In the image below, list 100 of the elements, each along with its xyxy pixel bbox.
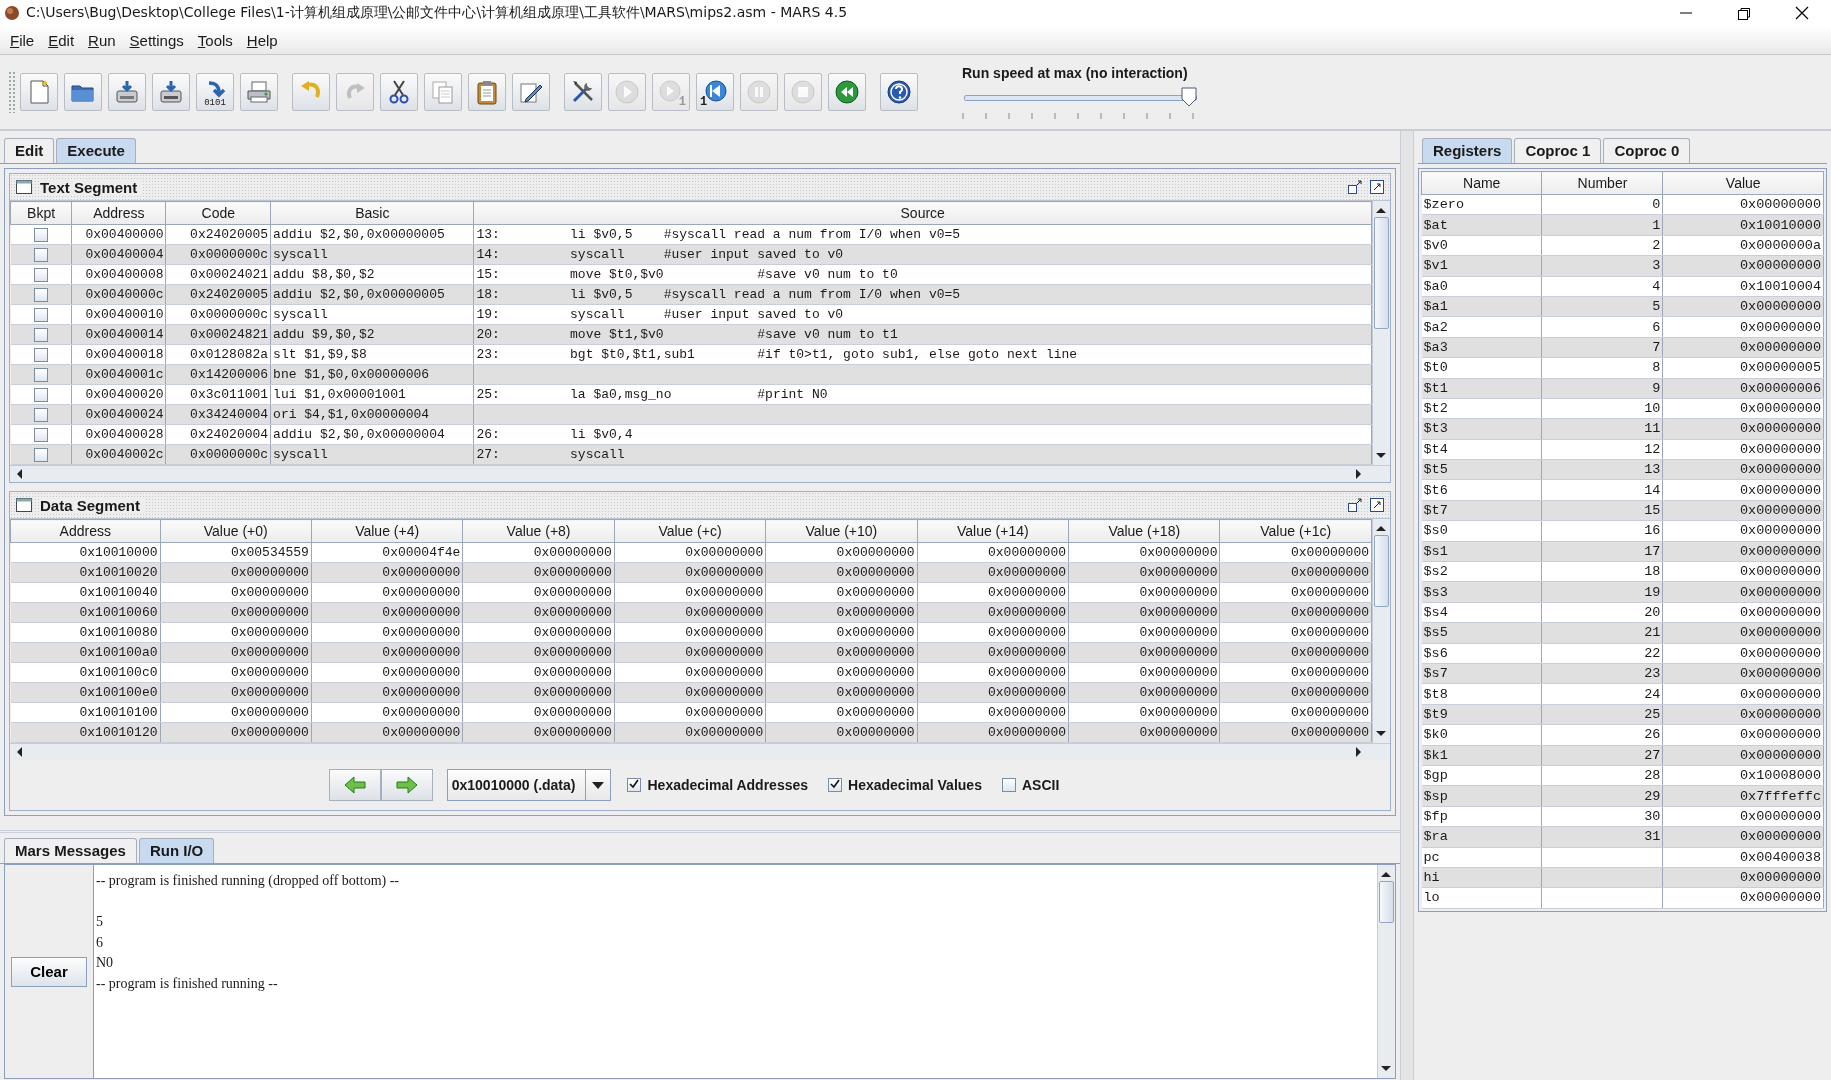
tab[interactable]: Edit: [4, 138, 55, 163]
horizontal-scrollbar[interactable]: [10, 465, 1390, 482]
checkbox[interactable]: [33, 307, 48, 322]
menu-item[interactable]: Run: [82, 29, 122, 51]
menu-item[interactable]: Settings: [123, 29, 190, 51]
slider-thumb[interactable]: [1181, 87, 1197, 107]
checkbox[interactable]: [627, 778, 642, 792]
table-cell: pc: [1421, 847, 1542, 868]
help-button[interactable]: [880, 73, 918, 111]
column-header[interactable]: Address: [71, 201, 166, 225]
vertical-scrollbar[interactable]: [1377, 865, 1395, 1078]
table-cell: $t0: [1421, 357, 1542, 378]
checkbox[interactable]: [33, 227, 48, 242]
reset-button[interactable]: [828, 73, 866, 111]
paste-button[interactable]: [468, 73, 506, 111]
app-icon: [4, 5, 20, 21]
table-cell: $ra: [1421, 826, 1542, 847]
checkbox[interactable]: [828, 778, 843, 792]
menu-item[interactable]: File: [4, 29, 41, 51]
backstep-button[interactable]: 1: [696, 73, 734, 111]
menu-item[interactable]: Tools: [191, 29, 239, 51]
open-button[interactable]: [64, 73, 102, 111]
table-cell: $a3: [1421, 337, 1542, 358]
save-as-button[interactable]: [152, 73, 190, 111]
tab[interactable]: Execute: [56, 138, 136, 163]
column-header[interactable]: Source: [473, 201, 1372, 225]
table-cell: $a1: [1421, 296, 1542, 317]
print-button[interactable]: [240, 73, 278, 111]
vertical-scrollbar[interactable]: [1372, 519, 1390, 743]
maximize-icon[interactable]: [1370, 498, 1384, 512]
column-header[interactable]: Address: [10, 519, 160, 543]
new-file-icon[interactable]: [20, 73, 58, 111]
menu-item[interactable]: Edit: [42, 29, 81, 51]
column-header[interactable]: Value (+0): [160, 519, 312, 543]
column-header[interactable]: Value (+18): [1068, 519, 1220, 543]
checkbox[interactable]: [33, 367, 48, 382]
column-header[interactable]: Value (+10): [765, 519, 918, 543]
table-cell: 27: syscall: [473, 444, 1372, 465]
checkbox[interactable]: [33, 387, 48, 402]
address-dropdown[interactable]: 0x10010000 (.data): [446, 769, 612, 801]
table-cell: $s1: [1421, 541, 1542, 562]
column-header[interactable]: Bkpt: [10, 201, 72, 225]
table-cell: $t3: [1421, 418, 1542, 440]
column-header[interactable]: Value (+4): [311, 519, 463, 543]
restore-icon[interactable]: [1348, 498, 1362, 512]
save-button[interactable]: [108, 73, 146, 111]
table-cell: $s2: [1421, 561, 1542, 582]
assemble-button[interactable]: [564, 73, 602, 111]
checkbox[interactable]: [33, 427, 48, 442]
undo-button[interactable]: [292, 73, 330, 111]
table-cell: 0x10010040: [10, 582, 160, 603]
checkbox[interactable]: [33, 447, 48, 462]
vertical-scrollbar[interactable]: [1372, 201, 1390, 465]
badge-text: 1: [700, 95, 708, 109]
checkbox-label[interactable]: Hexadecimal Values: [848, 777, 982, 793]
next-button[interactable]: [380, 769, 433, 801]
cut-button[interactable]: [380, 73, 418, 111]
checkbox[interactable]: [33, 267, 48, 282]
menu-item[interactable]: Help: [240, 29, 284, 51]
tab[interactable]: Coproc 1: [1514, 138, 1602, 163]
caret-icon: [592, 781, 605, 789]
dump-memory-button[interactable]: 0101: [196, 73, 234, 111]
maximize-icon[interactable]: [1370, 180, 1384, 194]
badge-text: 0101: [203, 98, 227, 108]
checkbox[interactable]: [1001, 778, 1016, 792]
column-header[interactable]: Number: [1541, 171, 1663, 195]
column-header[interactable]: Value (+14): [917, 519, 1069, 543]
checkbox[interactable]: [33, 407, 48, 422]
column-header[interactable]: Value (+8): [462, 519, 615, 543]
slider-label: Run speed at max (no interaction): [962, 65, 1189, 81]
checkbox-label[interactable]: Hexadecimal Addresses: [647, 777, 809, 793]
play-icon: [614, 79, 640, 105]
checkbox-label[interactable]: ASCII: [1021, 777, 1060, 793]
checkbox[interactable]: [33, 247, 48, 262]
column-header[interactable]: Value (+c): [614, 519, 766, 543]
previous-button[interactable]: [328, 769, 381, 801]
column-header[interactable]: Value (+1c): [1219, 519, 1372, 543]
tab[interactable]: Run I/O: [138, 838, 215, 863]
horizontal-scrollbar[interactable]: [10, 743, 1390, 760]
column-header[interactable]: Name: [1421, 171, 1542, 195]
table-cell: 23: bgt $t0,$t1,sub1 #if t0>t1, goto sub1, else goto next line: [473, 344, 1372, 365]
table-cell: 0x10010000: [10, 542, 160, 563]
restore-icon[interactable]: [1348, 180, 1362, 194]
column-header[interactable]: Basic: [270, 201, 474, 225]
panel-title: Text Segment: [40, 178, 144, 196]
checkbox[interactable]: [33, 347, 48, 362]
clear-button[interactable]: Clear: [11, 956, 87, 987]
copy-button[interactable]: [424, 73, 462, 111]
checkbox[interactable]: [33, 327, 48, 342]
tab[interactable]: Mars Messages: [4, 838, 137, 863]
tab[interactable]: Coproc 0: [1603, 138, 1691, 163]
edit-button[interactable]: [512, 73, 550, 111]
column-header[interactable]: Code: [166, 201, 271, 225]
table-cell: $t9: [1421, 704, 1542, 725]
tab[interactable]: Registers: [1422, 138, 1513, 163]
stop-icon: [790, 79, 816, 105]
table-cell: $s3: [1421, 581, 1542, 603]
table-cell: $t1: [1421, 378, 1542, 399]
checkbox[interactable]: [33, 287, 48, 302]
column-header[interactable]: Value: [1662, 171, 1824, 195]
